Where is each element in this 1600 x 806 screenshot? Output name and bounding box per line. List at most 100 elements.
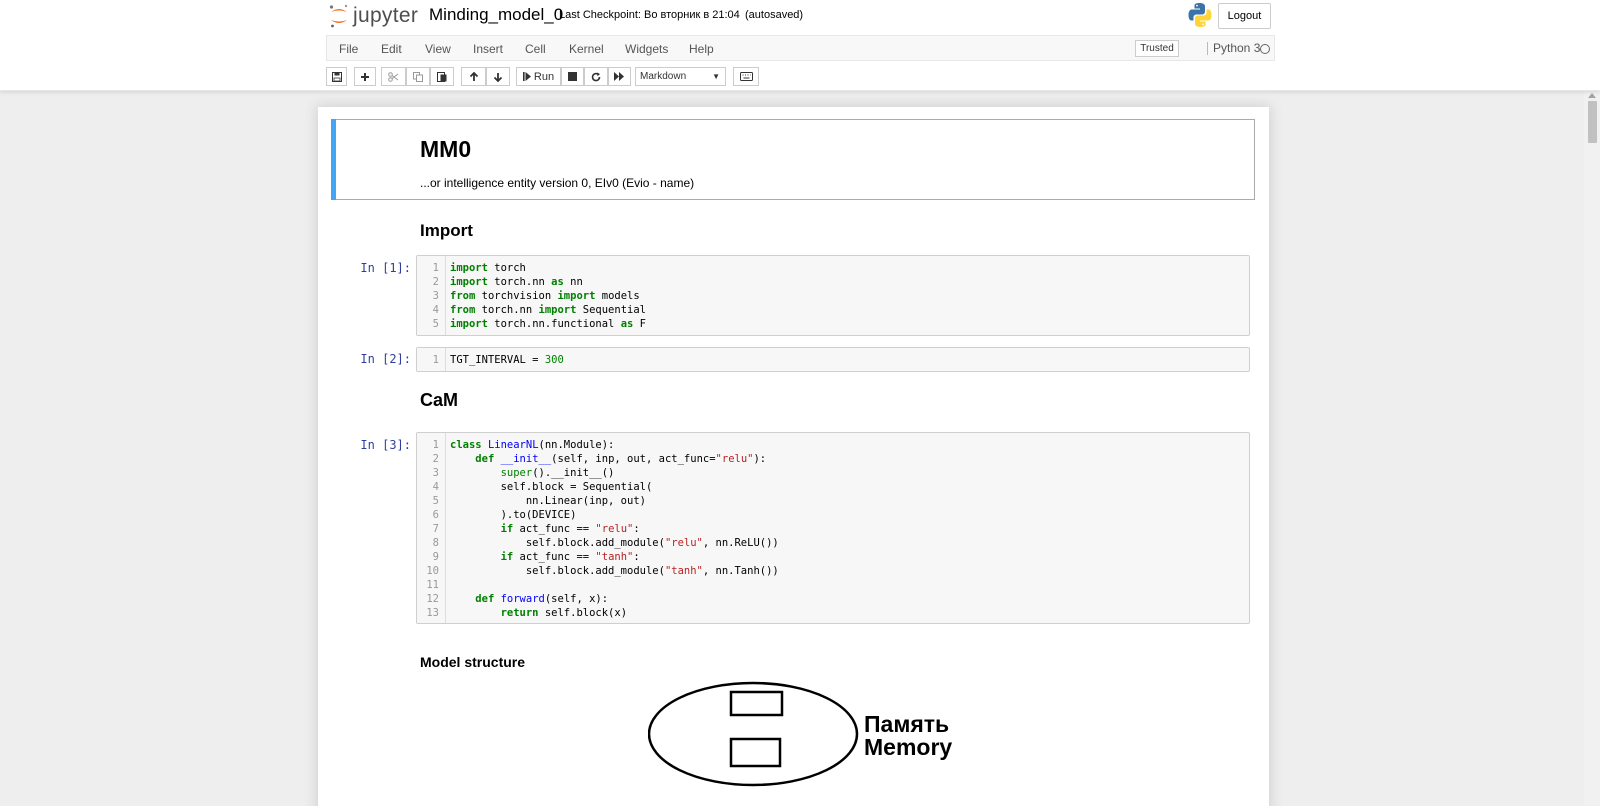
code-line[interactable]: 5 import torch.nn.functional as F bbox=[417, 317, 1247, 331]
menu-file[interactable]: File bbox=[339, 42, 358, 56]
code-token: "tanh" bbox=[595, 551, 634, 563]
copy-button[interactable] bbox=[406, 67, 430, 86]
line-number: 9 bbox=[432, 551, 439, 563]
menubar: File Edit View Insert Cell Kernel Widget… bbox=[326, 35, 1275, 61]
heading-model-structure: Model structure bbox=[420, 654, 526, 670]
code-line[interactable]: 12 def forward(self, x): bbox=[417, 592, 1247, 606]
menu-cell[interactable]: Cell bbox=[525, 42, 546, 56]
code-token: nn bbox=[563, 276, 583, 288]
cut-button[interactable] bbox=[381, 67, 406, 86]
code-token: import bbox=[450, 276, 488, 288]
code-line[interactable]: 11 bbox=[417, 578, 1247, 592]
keyboard-icon bbox=[739, 72, 753, 81]
paste-icon bbox=[437, 72, 447, 82]
code-token: self.block.add_module( bbox=[450, 565, 665, 577]
line-number: 2 bbox=[432, 276, 439, 288]
menu-insert[interactable]: Insert bbox=[473, 42, 503, 56]
logout-button[interactable]: Logout bbox=[1218, 3, 1271, 29]
code-text: self.block.add_module("tanh", nn.Tanh()) bbox=[450, 564, 779, 578]
code-token: : bbox=[633, 523, 640, 535]
code-line[interactable]: 1 import torch bbox=[417, 261, 1247, 275]
interrupt-button[interactable] bbox=[561, 67, 584, 86]
heading-import: Import bbox=[420, 221, 473, 240]
line-number: 11 bbox=[426, 579, 439, 591]
code-line[interactable]: 10 self.block.add_module("tanh", nn.Tanh… bbox=[417, 564, 1247, 578]
code-line[interactable]: 1 class LinearNL(nn.Module): bbox=[417, 438, 1247, 452]
menu-view[interactable]: View bbox=[425, 42, 451, 56]
jupyter-logo[interactable]: jupyter bbox=[328, 2, 418, 30]
last-checkpoint: Last Checkpoint: Во вторник в 21:04 bbox=[559, 9, 740, 21]
run-button[interactable]: Run bbox=[516, 67, 561, 86]
code-token: def bbox=[475, 593, 495, 605]
code-cell[interactable]: 1 class LinearNL(nn.Module): 2 def __init_… bbox=[416, 432, 1250, 624]
restart-run-all-button[interactable] bbox=[608, 67, 631, 86]
line-number: 3 bbox=[432, 290, 439, 302]
code-token: forward bbox=[500, 593, 545, 605]
code-text: class LinearNL(nn.Module): bbox=[450, 438, 614, 452]
code-line[interactable]: 1 TGT_INTERVAL = 300 bbox=[417, 353, 1247, 367]
trusted-indicator[interactable]: Trusted bbox=[1135, 40, 1179, 57]
menu-help[interactable]: Help bbox=[689, 42, 714, 56]
code-line[interactable]: 3 from torchvision import models bbox=[417, 289, 1247, 303]
code-line[interactable]: 2 import torch.nn as nn bbox=[417, 275, 1247, 289]
code-token: (self, inp, out, act_func= bbox=[551, 453, 716, 465]
code-token: "relu" bbox=[715, 453, 754, 465]
code-token: (nn.Module): bbox=[538, 439, 615, 451]
code-text: from torchvision import models bbox=[450, 289, 640, 303]
code-token: (self, x): bbox=[544, 593, 609, 605]
command-palette-button[interactable] bbox=[733, 67, 759, 86]
model-structure-diagram: Память Memory bbox=[648, 681, 952, 787]
move-down-button[interactable] bbox=[486, 67, 510, 86]
scrollbar-thumb[interactable] bbox=[1588, 101, 1597, 143]
notebook-name[interactable]: Minding_model_0 bbox=[429, 5, 563, 25]
cell-prompt: In [1]: bbox=[360, 261, 411, 275]
code-text: super().__init__() bbox=[450, 466, 615, 480]
cell-type-select[interactable]: Markdown ▼ bbox=[635, 67, 726, 86]
code-line[interactable]: 2 def __init__(self, inp, out, act_func=… bbox=[417, 452, 1247, 466]
code-text: self.block.add_module("relu", nn.ReLU()) bbox=[450, 536, 779, 550]
code-token: def bbox=[475, 453, 495, 465]
page-scrollbar[interactable] bbox=[1584, 91, 1600, 806]
code-line[interactable]: 7 if act_func == "relu": bbox=[417, 522, 1247, 536]
code-line[interactable]: 4 self.block = Sequential( bbox=[417, 480, 1247, 494]
menu-edit[interactable]: Edit bbox=[381, 42, 402, 56]
save-button[interactable] bbox=[326, 67, 347, 86]
paste-button[interactable] bbox=[430, 67, 454, 86]
jupyter-logo-icon bbox=[329, 4, 348, 28]
scissors-icon bbox=[388, 71, 399, 82]
python-logo-icon bbox=[1188, 3, 1212, 27]
caret-down-icon: ▼ bbox=[712, 72, 720, 81]
code-line[interactable]: 3 super().__init__() bbox=[417, 466, 1247, 480]
code-token: Sequential bbox=[576, 304, 646, 316]
code-line[interactable]: 13 return self.block(x) bbox=[417, 606, 1247, 620]
restart-kernel-button[interactable] bbox=[584, 67, 608, 86]
code-text: import torch bbox=[450, 261, 526, 275]
menu-kernel[interactable]: Kernel bbox=[569, 42, 604, 56]
move-up-button[interactable] bbox=[461, 67, 486, 86]
line-number: 3 bbox=[432, 467, 439, 479]
kernel-idle-icon bbox=[1260, 44, 1270, 54]
code-text: import torch.nn.functional as F bbox=[450, 317, 646, 331]
code-token: , nn.ReLU()) bbox=[702, 537, 779, 549]
code-line[interactable]: 9 if act_func == "tanh": bbox=[417, 550, 1247, 564]
code-line[interactable]: 6 ).to(DEVICE) bbox=[417, 508, 1247, 522]
code-token: self.block = Sequential( bbox=[450, 481, 653, 493]
code-token: "relu" bbox=[595, 523, 634, 535]
code-token: from bbox=[450, 290, 476, 302]
code-line[interactable]: 8 self.block.add_module("relu", nn.ReLU(… bbox=[417, 536, 1247, 550]
code-token: torch.nn.functional bbox=[487, 318, 621, 330]
insert-cell-button[interactable] bbox=[354, 67, 376, 86]
code-cell[interactable]: 1 TGT_INTERVAL = 300 bbox=[416, 347, 1250, 372]
code-line[interactable]: 5 nn.Linear(inp, out) bbox=[417, 494, 1247, 508]
code-cell[interactable]: 1 import torch 2 import torch.nn as nn 3 from… bbox=[416, 255, 1250, 336]
code-token: models bbox=[595, 290, 640, 302]
menu-widgets[interactable]: Widgets bbox=[625, 42, 668, 56]
scroll-up-icon[interactable] bbox=[1588, 93, 1596, 98]
notebook-title: MM0 bbox=[420, 136, 472, 162]
code-line[interactable]: 4 from torch.nn import Sequential bbox=[417, 303, 1247, 317]
plus-icon bbox=[361, 72, 369, 81]
